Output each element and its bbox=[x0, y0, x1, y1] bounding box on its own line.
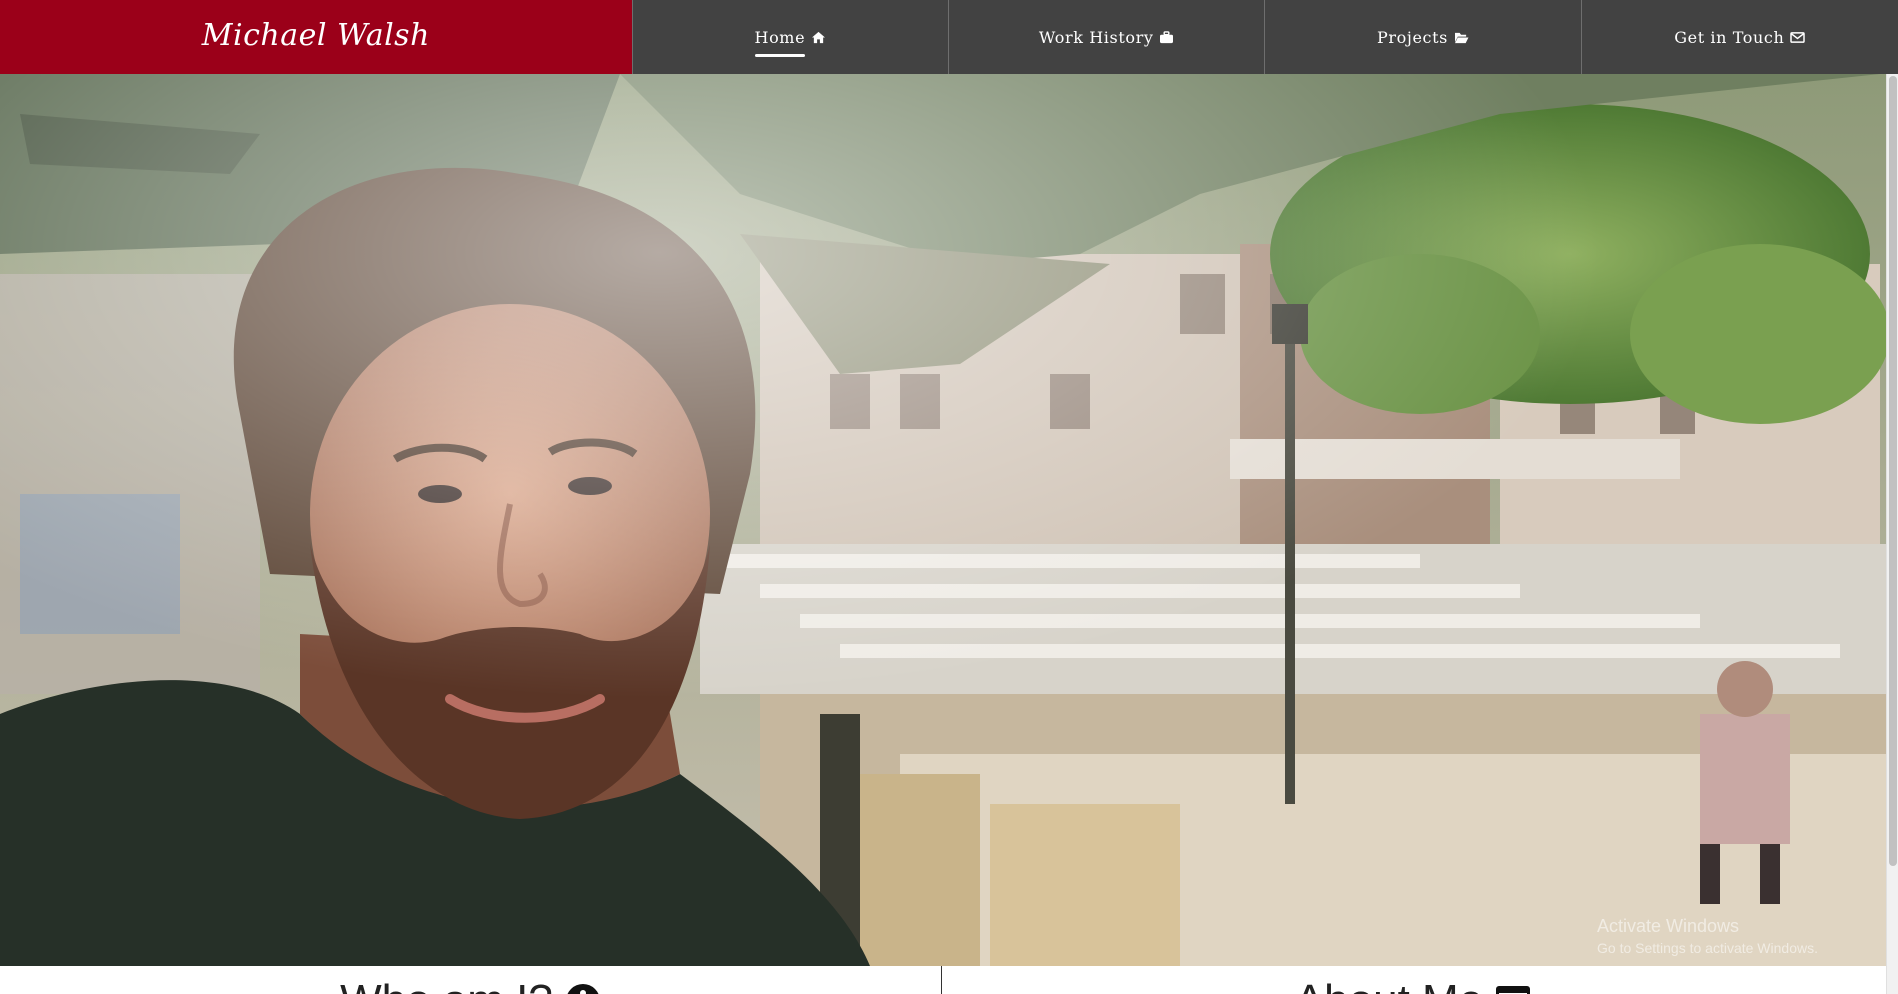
nav-item-get-in-touch[interactable]: Get in Touch bbox=[1582, 0, 1898, 74]
top-navbar: Michael Walsh Home Work History Projects bbox=[0, 0, 1898, 74]
who-am-i-section: Who am I? bbox=[0, 966, 942, 994]
brand-name: Michael Walsh bbox=[201, 17, 430, 53]
home-icon bbox=[812, 31, 826, 43]
scrollbar-thumb[interactable] bbox=[1889, 76, 1897, 866]
about-me-section: About Me bbox=[942, 966, 1884, 994]
envelope-icon bbox=[1790, 31, 1806, 43]
card-icon bbox=[1496, 986, 1531, 994]
brand-logo[interactable]: Michael Walsh bbox=[0, 0, 633, 74]
nav-get-in-touch-link[interactable]: Get in Touch bbox=[1674, 27, 1806, 47]
nav-item-label: Projects bbox=[1377, 27, 1448, 47]
section-heading-text: About Me bbox=[1295, 976, 1483, 994]
info-circle-icon bbox=[567, 984, 599, 994]
nav-item-projects[interactable]: Projects bbox=[1265, 0, 1582, 74]
nav-item-label: Home bbox=[754, 27, 806, 47]
nav-work-history-link[interactable]: Work History bbox=[1039, 28, 1175, 47]
watermark-subtitle: Go to Settings to activate Windows. bbox=[1597, 940, 1818, 956]
intro-sections: Who am I? About Me bbox=[0, 966, 1886, 994]
briefcase-icon bbox=[1160, 30, 1174, 43]
nav-item-work-history[interactable]: Work History bbox=[949, 0, 1266, 74]
page-scrollbar[interactable] bbox=[1886, 74, 1898, 994]
nav-projects-link[interactable]: Projects bbox=[1377, 28, 1469, 47]
portrait-photo bbox=[0, 74, 1886, 966]
about-me-heading: About Me bbox=[942, 976, 1884, 994]
section-heading-text: Who am I? bbox=[340, 976, 553, 994]
watermark-title: Activate Windows bbox=[1597, 916, 1740, 936]
hero-portrait-image: Activate Windows Go to Settings to activ… bbox=[0, 74, 1886, 966]
activate-windows-watermark: Activate Windows Go to Settings to activ… bbox=[1597, 914, 1818, 958]
nav-item-label: Work History bbox=[1038, 27, 1154, 47]
who-am-i-heading: Who am I? bbox=[0, 976, 941, 994]
folder-open-icon bbox=[1454, 32, 1469, 43]
nav-item-label: Get in Touch bbox=[1674, 27, 1785, 47]
nav-item-home[interactable]: Home bbox=[633, 0, 949, 74]
nav-home-link[interactable]: Home bbox=[754, 27, 827, 57]
